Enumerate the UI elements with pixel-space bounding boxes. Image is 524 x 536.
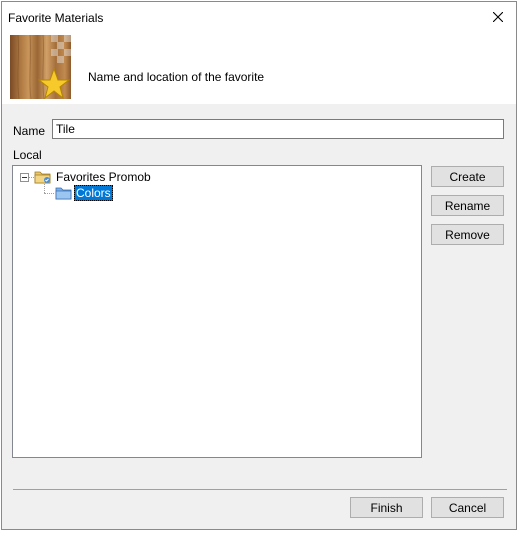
header-subtitle: Name and location of the favorite bbox=[88, 70, 265, 84]
tree-node-colors[interactable]: Colors bbox=[13, 185, 213, 201]
collapse-expander-icon[interactable] bbox=[20, 173, 29, 182]
remove-button[interactable]: Remove bbox=[431, 224, 504, 245]
close-icon bbox=[493, 12, 503, 22]
finish-button[interactable]: Finish bbox=[350, 497, 423, 518]
footer-separator bbox=[13, 489, 507, 490]
local-label: Local bbox=[13, 148, 42, 162]
folder-icon bbox=[55, 185, 73, 204]
tree-node-favorites-promob[interactable]: Favorites Promob bbox=[13, 169, 313, 185]
tree-node-label: Colors bbox=[74, 185, 113, 201]
cancel-button[interactable]: Cancel bbox=[431, 497, 504, 518]
window-title: Favorite Materials bbox=[8, 11, 104, 25]
wood-texture-star-icon bbox=[10, 35, 71, 99]
title-bar: Favorite Materials bbox=[2, 2, 516, 32]
close-button[interactable] bbox=[480, 2, 516, 32]
favorite-materials-dialog: Favorite Materials Name and location of … bbox=[1, 1, 517, 530]
name-label: Name bbox=[13, 124, 46, 138]
rename-button[interactable]: Rename bbox=[431, 195, 504, 216]
header-panel: Name and location of the favorite bbox=[2, 32, 516, 104]
name-input[interactable] bbox=[52, 119, 504, 139]
favorites-tree[interactable]: Favorites Promob Colors bbox=[12, 165, 422, 458]
create-button[interactable]: Create bbox=[431, 166, 504, 187]
tree-node-label: Favorites Promob bbox=[56, 170, 151, 184]
